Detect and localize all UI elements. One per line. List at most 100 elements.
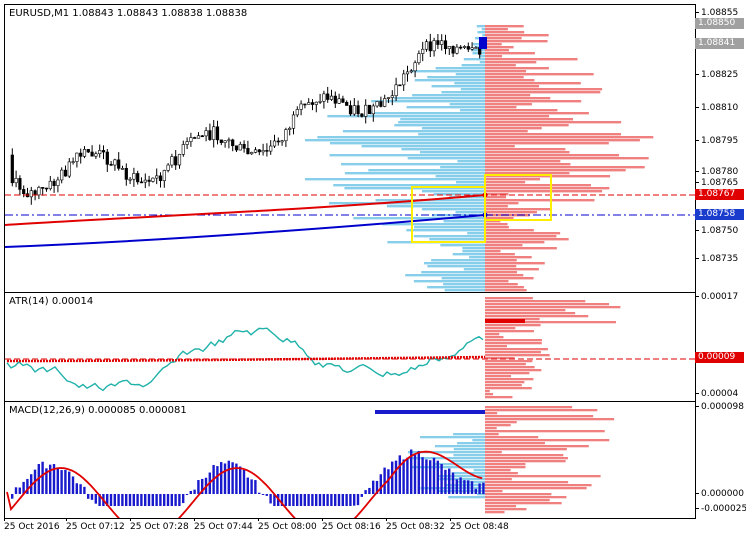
atr-profile-bar	[485, 342, 542, 345]
macd-chart-svg[interactable]	[5, 402, 695, 518]
volume-profile-bar-left	[462, 250, 485, 253]
atr-header: ATR(14) 0.00014	[9, 296, 94, 307]
candle-body	[136, 173, 140, 183]
macd-histogram-bar	[83, 486, 86, 494]
volume-profile-bar-left	[398, 121, 485, 124]
volume-profile-bar-left	[413, 280, 485, 283]
macd-histogram-bar	[117, 494, 120, 506]
volume-profile-bar-left	[431, 259, 485, 262]
macd-profile-bar	[485, 460, 566, 463]
macd-histogram-bar	[163, 494, 166, 506]
volume-profile-bar-left	[368, 169, 485, 172]
macd-profile-bar-left	[420, 436, 485, 439]
atr-profile-bar	[485, 327, 516, 330]
macd-histogram-bar	[349, 494, 352, 506]
macd-histogram-bar	[144, 494, 147, 506]
macd-histogram-bar	[413, 454, 417, 494]
volume-profile-bar-right	[485, 40, 548, 43]
main-price-scale[interactable]: 1.08855 1.08850 1.08841 1.08825 1.08810 …	[695, 4, 746, 291]
volume-profile-bar-right	[485, 76, 524, 79]
bid-price-tag: 1.08850	[695, 18, 744, 29]
atr-profile-bar	[485, 372, 530, 375]
atr-profile-bar	[485, 393, 494, 396]
atr-indicator-pane[interactable]: ATR(14) 0.00014	[4, 292, 696, 402]
macd-profile-bar	[485, 508, 527, 511]
volume-profile-bar-left	[455, 73, 485, 76]
volume-profile-bar-right	[485, 79, 535, 82]
macd-histogram-bar	[41, 461, 44, 494]
candle-body	[82, 149, 87, 157]
macd-histogram-bar	[334, 494, 337, 506]
macd-histogram-bar	[315, 494, 318, 506]
macd-indicator-pane[interactable]: MACD(12,26,9) 0.000085 0.000081	[4, 401, 696, 519]
macd-histogram-bar	[288, 494, 291, 506]
volume-profile-bar-right	[485, 196, 507, 199]
time-label: 25 Oct 08:00	[258, 518, 317, 532]
volume-profile-bar-right	[485, 265, 517, 268]
volume-profile-bar-right	[485, 283, 518, 286]
atr-profile-bar	[485, 306, 621, 309]
candle-body	[227, 139, 231, 142]
macd-profile-bar	[485, 496, 567, 499]
price-chart-svg[interactable]	[5, 5, 695, 292]
macd-histogram-bar	[425, 459, 428, 494]
candle-body	[379, 101, 383, 107]
volume-profile-bar-left	[440, 244, 485, 247]
macd-profile-bar	[485, 454, 564, 457]
time-axis[interactable]: 25 Oct 2016 25 Oct 07:12 25 Oct 07:28 25…	[0, 518, 746, 539]
atr-profile-bar	[485, 390, 490, 393]
candle-body	[10, 154, 14, 184]
macd-profile-bar	[485, 406, 573, 409]
volume-profile-bar-left	[463, 58, 485, 61]
volume-profile-bar-left	[441, 91, 485, 94]
macd-histogram-bar	[448, 468, 451, 494]
atr-profile-bar	[485, 375, 512, 378]
atr-profile-bar	[485, 315, 589, 318]
macd-histogram-bar	[242, 469, 246, 494]
macd-histogram-bar	[90, 494, 94, 500]
atr-profile-bar	[485, 348, 548, 351]
price-level-label: 1.08735	[695, 254, 738, 265]
candle-body	[33, 190, 37, 196]
atr-scale[interactable]: 0.00017 0.00009 0.00004	[695, 292, 746, 400]
macd-histogram-bar	[372, 480, 375, 494]
volume-profile-bar-left	[435, 67, 485, 70]
macd-profile-bar	[485, 484, 592, 487]
macd-profile-bar	[485, 409, 598, 412]
macd-scale[interactable]: 0.000098 0.000000 -0.000025	[695, 401, 746, 517]
atr-profile-bar	[485, 378, 534, 381]
chart-window[interactable]: EURUSD,M1 1.08843 1.08843 1.08838 1.0883…	[0, 0, 746, 539]
volume-profile-bar-right	[485, 259, 517, 262]
candle-body	[356, 105, 360, 115]
atr-profile-bar	[485, 381, 525, 384]
volume-profile-bar-right	[485, 133, 621, 136]
candle-body	[151, 177, 155, 182]
macd-histogram-bar	[239, 466, 242, 494]
macd-histogram-bar	[56, 467, 59, 494]
macd-histogram-bar	[193, 489, 196, 494]
macd-histogram-bar	[436, 460, 439, 494]
macd-profile-bar	[485, 412, 498, 415]
candle-body	[223, 140, 227, 143]
macd-histogram-bar	[368, 487, 371, 494]
atr-chart-svg[interactable]	[5, 293, 695, 401]
candle-body	[204, 130, 208, 137]
macd-histogram-bar	[326, 494, 329, 506]
macd-histogram-bar	[64, 469, 67, 494]
candle-body	[120, 168, 125, 170]
candle-body	[440, 40, 444, 45]
volume-profile-bar-right	[485, 58, 578, 61]
candle-body	[189, 137, 193, 142]
volume-profile-bar-right	[485, 208, 552, 211]
volume-profile-bar-right	[485, 88, 603, 91]
volume-profile-bar-left	[441, 277, 485, 280]
price-chart-pane[interactable]: EURUSD,M1 1.08843 1.08843 1.08838 1.0883…	[4, 4, 696, 293]
volume-profile-bar-left	[476, 25, 485, 28]
macd-histogram-bar	[166, 494, 170, 506]
macd-histogram-bar	[440, 464, 443, 494]
volume-profile-bar-left	[410, 70, 485, 73]
macd-histogram-bar	[121, 494, 124, 506]
macd-profile-bar	[485, 415, 594, 418]
candle-body	[234, 145, 239, 151]
candle-body	[193, 137, 197, 139]
